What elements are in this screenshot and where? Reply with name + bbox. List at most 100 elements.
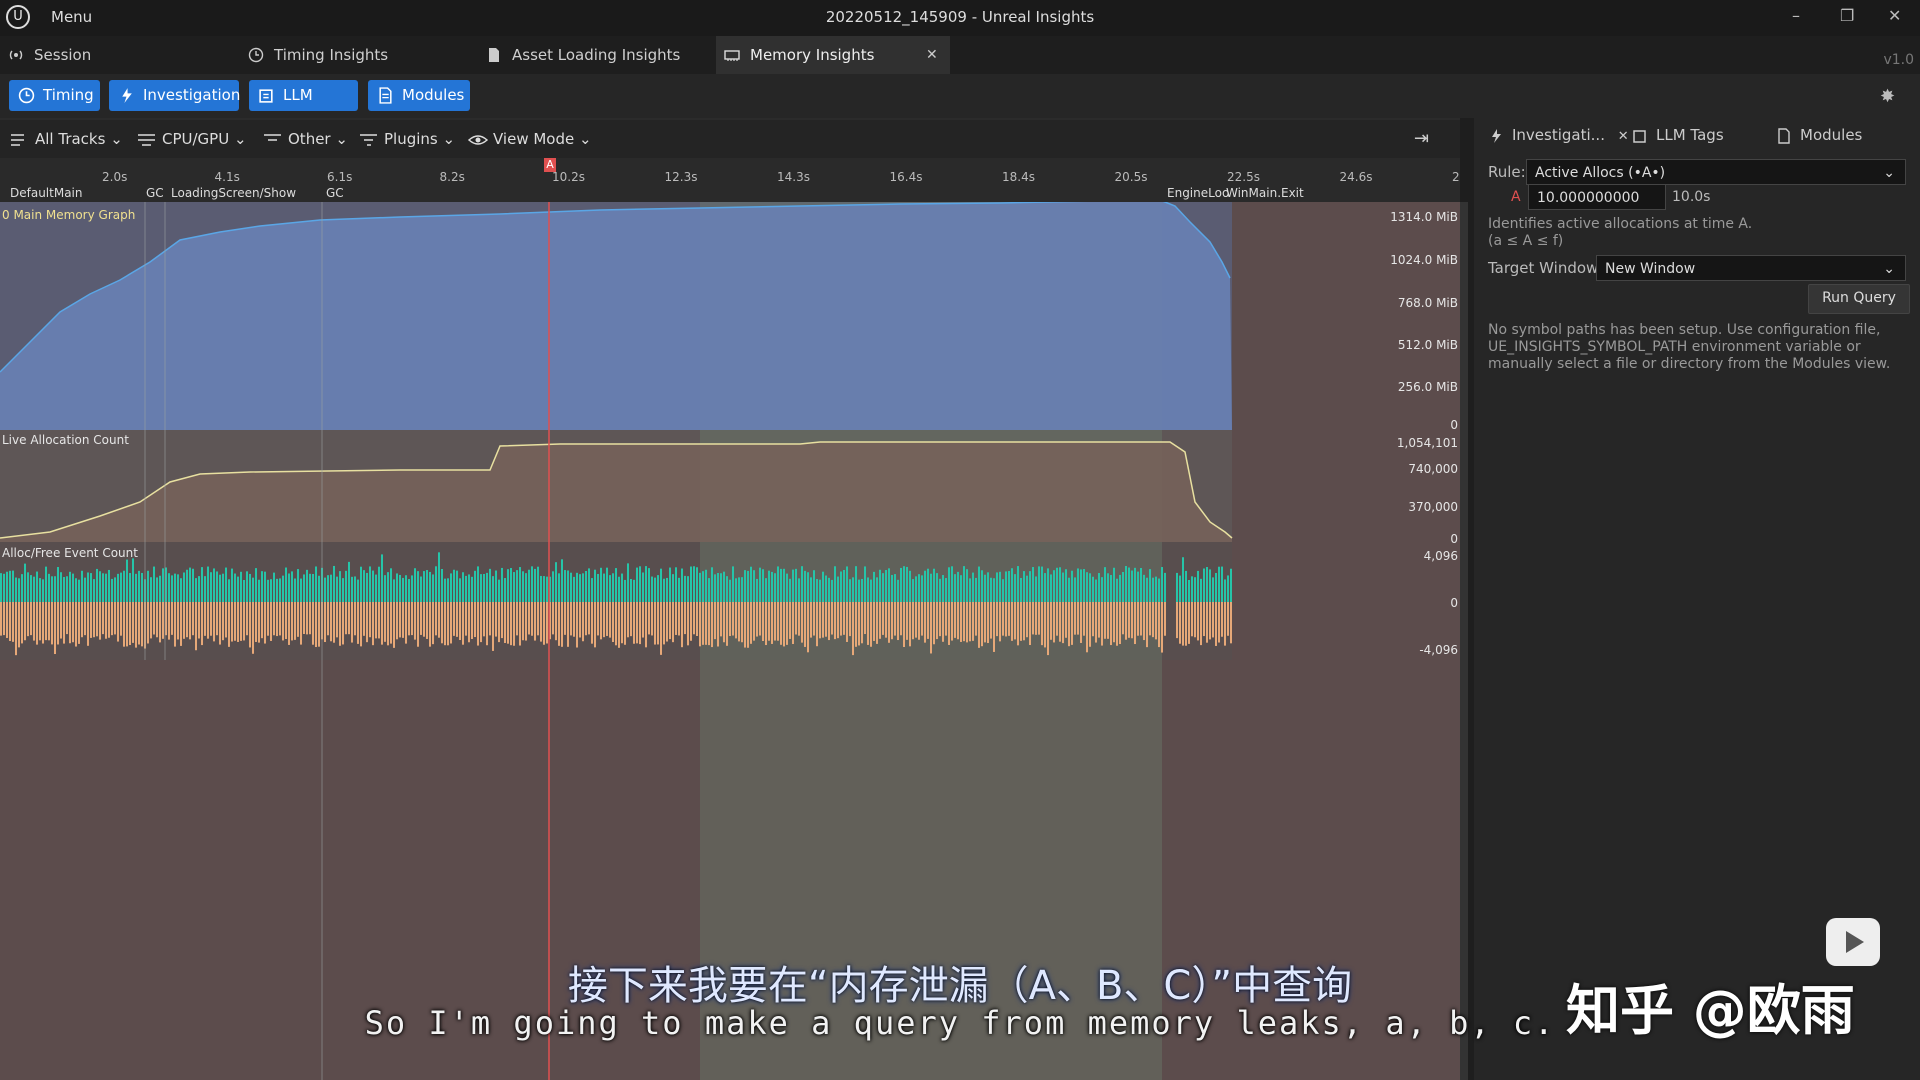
run-query-button[interactable]: Run Query	[1808, 284, 1910, 314]
free-bar	[570, 602, 572, 636]
alloc-bar	[306, 569, 308, 602]
clock-icon	[248, 47, 264, 63]
alloc-bar	[708, 578, 710, 602]
free-bar	[105, 602, 107, 639]
free-bar	[93, 602, 95, 638]
timing-marker: GC	[146, 186, 164, 200]
marker-a-flag[interactable]: A	[544, 158, 556, 172]
free-bar	[579, 602, 581, 638]
alloc-bar	[681, 568, 683, 602]
free-bar	[192, 602, 194, 636]
free-bar	[930, 602, 932, 654]
tab-close-icon[interactable]: ✕	[926, 36, 938, 74]
free-bar	[1224, 602, 1226, 646]
tab-memory-insights[interactable]: Memory Insights ✕	[716, 36, 950, 74]
alloc-bar	[168, 573, 170, 602]
alloc-bar	[621, 573, 623, 602]
main-memory-graph-label: 0 Main Memory Graph	[2, 208, 136, 222]
free-bar	[1098, 602, 1100, 638]
tab-investigation[interactable]: Investigati... ✕	[1488, 126, 1629, 144]
free-bar	[285, 602, 287, 640]
free-bar	[1113, 602, 1115, 643]
ruler-tick-label: 14.3s	[777, 170, 810, 184]
alloc-bar	[66, 576, 68, 602]
free-bar	[471, 602, 473, 639]
alloc-bar	[1200, 578, 1202, 602]
free-bar	[894, 602, 896, 636]
free-bar	[132, 602, 134, 643]
memory-timeline-graph[interactable]	[0, 202, 1460, 1080]
alloc-bar	[156, 577, 158, 602]
free-bar	[120, 602, 122, 636]
alloc-bar	[111, 578, 113, 602]
debug-bug-icon[interactable]: ✸	[1880, 86, 1895, 107]
alloc-bar	[201, 567, 203, 602]
tab-timing-insights[interactable]: Timing Insights	[240, 36, 478, 74]
rule-dropdown[interactable]: Active Allocs (•A•) ⌄	[1526, 159, 1906, 185]
free-bar	[207, 602, 209, 639]
free-bar	[213, 602, 215, 642]
alloc-bar	[1227, 575, 1229, 602]
tab-modules[interactable]: Modules	[1776, 126, 1862, 144]
view-mode-dropdown[interactable]: View Mode ⌄	[468, 130, 592, 148]
llm-tags-view-button[interactable]: LLM Tags	[249, 80, 358, 135]
y-axis-label: 0	[1450, 532, 1458, 546]
free-bar	[765, 602, 767, 646]
time-a-input[interactable]: 10.000000000	[1528, 184, 1666, 210]
cpu-gpu-dropdown[interactable]: CPU/GPU ⌄	[137, 130, 247, 148]
tab-session-label: Session	[34, 46, 92, 64]
free-bar	[354, 602, 356, 636]
alloc-bar	[864, 566, 866, 602]
free-bar	[558, 602, 560, 646]
close-icon[interactable]: ✕	[1888, 6, 1901, 25]
investigation-view-label: Investigation	[143, 86, 241, 104]
restore-icon[interactable]: ❐	[1840, 6, 1854, 25]
investigation-view-button[interactable]: Investigation	[109, 80, 241, 111]
free-bar	[480, 602, 482, 643]
timing-view-button[interactable]: Timing	[9, 80, 100, 111]
alloc-bar	[516, 570, 518, 602]
alloc-bar	[606, 567, 608, 602]
alloc-bar	[0, 573, 2, 602]
all-tracks-dropdown[interactable]: All Tracks ⌄	[10, 130, 123, 148]
free-bar	[381, 602, 383, 645]
free-bar	[39, 602, 41, 641]
free-bar	[990, 602, 992, 639]
free-bar	[339, 602, 341, 646]
cpu-gpu-label: CPU/GPU	[162, 130, 230, 148]
alloc-bar	[591, 578, 593, 602]
alloc-bar	[174, 573, 176, 602]
alloc-bar	[993, 578, 995, 602]
tracks-icon	[360, 134, 377, 146]
other-dropdown[interactable]: Other ⌄	[263, 130, 348, 148]
vertical-scrollbar[interactable]	[1460, 202, 1468, 1080]
free-bar	[1065, 602, 1067, 638]
free-bar	[138, 602, 140, 645]
alloc-bar	[495, 570, 497, 602]
alloc-bar	[906, 566, 908, 602]
alloc-bar	[6, 571, 8, 602]
symbol-path-note: manually select a file or directory from…	[1488, 356, 1891, 372]
free-bar	[267, 602, 269, 636]
free-bar	[1131, 602, 1133, 639]
free-bar	[792, 602, 794, 645]
alloc-bar	[291, 571, 293, 602]
target-window-dropdown[interactable]: New Window ⌄	[1596, 255, 1906, 281]
plugins-dropdown[interactable]: Plugins ⌄	[359, 130, 455, 148]
alloc-bar	[249, 573, 251, 602]
other-label: Other	[288, 130, 331, 148]
symbol-path-note: UE_INSIGHTS_SYMBOL_PATH environment vari…	[1488, 339, 1861, 355]
document-icon	[489, 48, 499, 62]
free-bar	[888, 602, 890, 643]
collapse-panel-icon[interactable]: ⇥	[1414, 128, 1429, 149]
tab-session[interactable]: Session	[0, 36, 240, 74]
free-bar	[813, 602, 815, 636]
minimize-icon[interactable]: –	[1792, 6, 1800, 25]
modules-view-button[interactable]: Modules	[368, 80, 470, 111]
tab-asset-loading-insights[interactable]: Asset Loading Insights	[478, 36, 716, 74]
tab-close-icon[interactable]: ✕	[1618, 129, 1629, 144]
free-bar	[849, 602, 851, 637]
tracks-icon	[264, 134, 281, 141]
alloc-bar	[735, 578, 737, 602]
tab-llm-tags[interactable]: LLM Tags	[1632, 126, 1724, 144]
